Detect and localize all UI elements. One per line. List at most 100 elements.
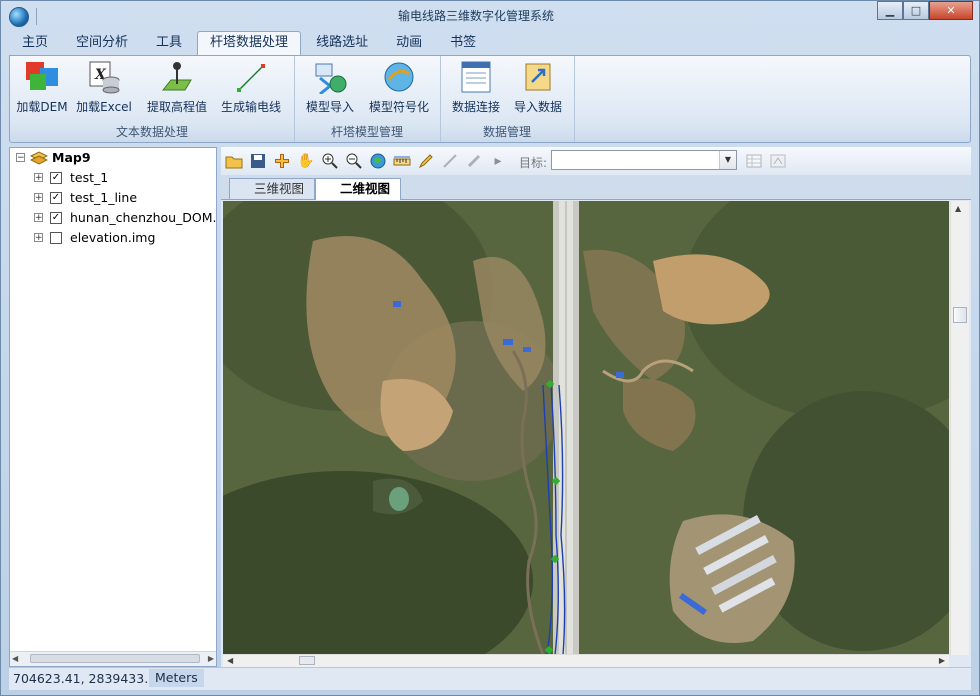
vertical-scrollbar-thumb[interactable] (953, 307, 967, 323)
expand-icon[interactable]: + (34, 193, 43, 203)
coordinate-readout: 704623.41, 2839433.91 (13, 671, 165, 686)
tab-route-selection[interactable]: 线路选址 (303, 31, 381, 54)
import-model-button[interactable]: 模型导入 (300, 60, 360, 115)
import-data-button[interactable]: 导入数据 (510, 60, 566, 115)
tab-tools[interactable]: 工具 (143, 31, 195, 54)
map-units: Meters (149, 669, 204, 687)
layer-name: hunan_chenzhou_DOM.tif (70, 210, 217, 225)
add-data-icon[interactable] (273, 152, 291, 170)
scroll-left-icon[interactable]: ◀ (227, 656, 233, 665)
view-tabs: 三维视图 二维视图 (221, 175, 971, 200)
extract-elevation-button[interactable]: 提取高程值 (144, 60, 210, 115)
save-icon[interactable] (249, 152, 267, 170)
import-data-label: 导入数据 (513, 100, 562, 114)
data-table-icon (458, 60, 494, 94)
attribute-table-icon[interactable] (745, 152, 763, 170)
symbolize-model-label: 模型符号化 (368, 100, 429, 114)
group-label-data-management: 数据管理 (482, 125, 531, 139)
full-extent-globe-icon[interactable] (369, 152, 387, 170)
tree-root-label: Map9 (52, 150, 91, 165)
maximize-button[interactable]: □ (903, 1, 929, 20)
tab-bookmarks[interactable]: 书签 (437, 31, 489, 54)
extract-elevation-label: 提取高程值 (146, 100, 207, 114)
layer-name: elevation.img (70, 230, 156, 245)
tab-spatial-analysis[interactable]: 空间分析 (63, 31, 141, 54)
zoom-in-icon[interactable] (321, 152, 339, 170)
edit-pencil-icon[interactable] (417, 152, 435, 170)
app-window: 输电线路三维数字化管理系统 ▁ □ ✕ 主页 空间分析 工具 杆塔数据处理 线路… (0, 0, 980, 696)
ribbon-panel: 加载DEM X 加载Excel 提取高程值 生成输电线 文本数据处理 模型导入 … (9, 55, 971, 143)
title-bar: 输电线路三维数字化管理系统 ▁ □ ✕ (1, 1, 979, 31)
zoom-out-icon[interactable] (345, 152, 363, 170)
window-controls: ▁ □ ✕ (877, 1, 973, 21)
layer-name: test_1_line (70, 190, 138, 205)
transmission-line-icon (233, 60, 269, 94)
tab-home[interactable]: 主页 (9, 31, 61, 54)
data-connection-button[interactable]: 数据连接 (448, 60, 504, 115)
group-label-tower-model: 杆塔模型管理 (330, 125, 403, 139)
tab-tower-data[interactable]: 杆塔数据处理 (197, 31, 302, 56)
layer-tree-panel: − Map9 + ✓ test_1 + ✓ test_1_line + ✓ hu… (9, 147, 217, 667)
horizontal-scrollbar-thumb[interactable] (299, 656, 315, 665)
model-import-icon (312, 60, 348, 96)
edit-vertex-icon[interactable] (465, 152, 483, 170)
import-data-icon (520, 60, 556, 94)
sketch-tool-icon[interactable] (441, 152, 459, 170)
load-excel-button[interactable]: X 加载Excel (72, 60, 136, 115)
map-canvas[interactable] (223, 201, 949, 655)
excel-database-icon: X (86, 60, 122, 94)
scroll-up-icon[interactable]: ▲ (955, 204, 961, 213)
import-model-label: 模型导入 (305, 100, 354, 114)
map-toolbar: ✋ ▸ 目标: ▼ (221, 147, 971, 175)
minimize-button[interactable]: ▁ (877, 1, 903, 20)
tree-horizontal-scrollbar[interactable]: ◀ ▶ (10, 651, 216, 666)
elevation-pin-icon (159, 60, 195, 94)
load-excel-label: 加载Excel (76, 100, 132, 114)
generate-line-label: 生成输电线 (220, 100, 281, 114)
chevron-down-icon[interactable]: ▼ (719, 151, 736, 169)
expand-icon[interactable]: + (34, 173, 43, 183)
collapse-icon[interactable]: − (16, 153, 25, 163)
open-folder-icon[interactable] (225, 152, 243, 170)
status-bar: 704623.41, 2839433.91 Meters (9, 667, 971, 690)
symbolize-model-button[interactable]: 模型符号化 (364, 60, 434, 115)
layer-checkbox[interactable] (50, 232, 62, 244)
scroll-right-icon[interactable]: ▶ (939, 656, 945, 665)
globe-symbol-icon (381, 60, 417, 94)
map-horizontal-scrollbar[interactable]: ◀ ▶ (223, 654, 949, 667)
tab-animation[interactable]: 动画 (383, 31, 435, 54)
scrollbar-thumb[interactable] (30, 654, 200, 663)
layer-checkbox[interactable]: ✓ (50, 192, 62, 204)
layer-name: test_1 (70, 170, 109, 185)
group-label-text-data: 文本数据处理 (115, 125, 188, 139)
expand-icon[interactable]: + (34, 213, 43, 223)
tab-3d-view[interactable]: 三维视图 (229, 178, 316, 199)
target-select[interactable]: ▼ (551, 150, 737, 170)
tab-2d-view[interactable]: 二维视图 (315, 178, 402, 200)
layer-checkbox[interactable]: ✓ (50, 172, 62, 184)
data-connection-label: 数据连接 (451, 100, 500, 114)
close-button[interactable]: ✕ (929, 1, 973, 20)
map-vertical-scrollbar[interactable]: ▲ (950, 201, 969, 655)
play-arrow-icon[interactable]: ▸ (489, 152, 507, 170)
load-dem-label: 加载DEM (16, 100, 68, 114)
scroll-right-icon[interactable]: ▶ (208, 654, 214, 663)
satellite-imagery (223, 201, 949, 655)
group-data-management: 数据连接 导入数据 数据管理 (440, 56, 575, 142)
topology-icon[interactable] (769, 152, 787, 170)
scroll-left-icon[interactable]: ◀ (12, 654, 18, 663)
group-text-data: 加载DEM X 加载Excel 提取高程值 生成输电线 文本数据处理 (10, 56, 295, 142)
load-dem-button[interactable]: 加载DEM (16, 60, 68, 115)
pan-hand-icon[interactable]: ✋ (297, 152, 315, 170)
expand-icon[interactable]: + (34, 233, 43, 243)
window-title: 输电线路三维数字化管理系统 (397, 9, 554, 23)
dem-layers-icon (24, 60, 60, 94)
target-label: 目标: (519, 156, 548, 170)
layer-checkbox[interactable]: ✓ (50, 212, 62, 224)
ribbon-tabs: 主页 空间分析 工具 杆塔数据处理 线路选址 动画 书签 (9, 31, 491, 56)
group-tower-model: 模型导入 模型符号化 杆塔模型管理 (294, 56, 441, 142)
map-layers-icon (29, 151, 49, 171)
map-panel: ✋ ▸ 目标: ▼ 三维视图 二维视图 ▲ ◀ ▶ (221, 147, 971, 667)
generate-line-button[interactable]: 生成输电线 (218, 60, 284, 115)
measure-icon[interactable] (393, 152, 411, 170)
